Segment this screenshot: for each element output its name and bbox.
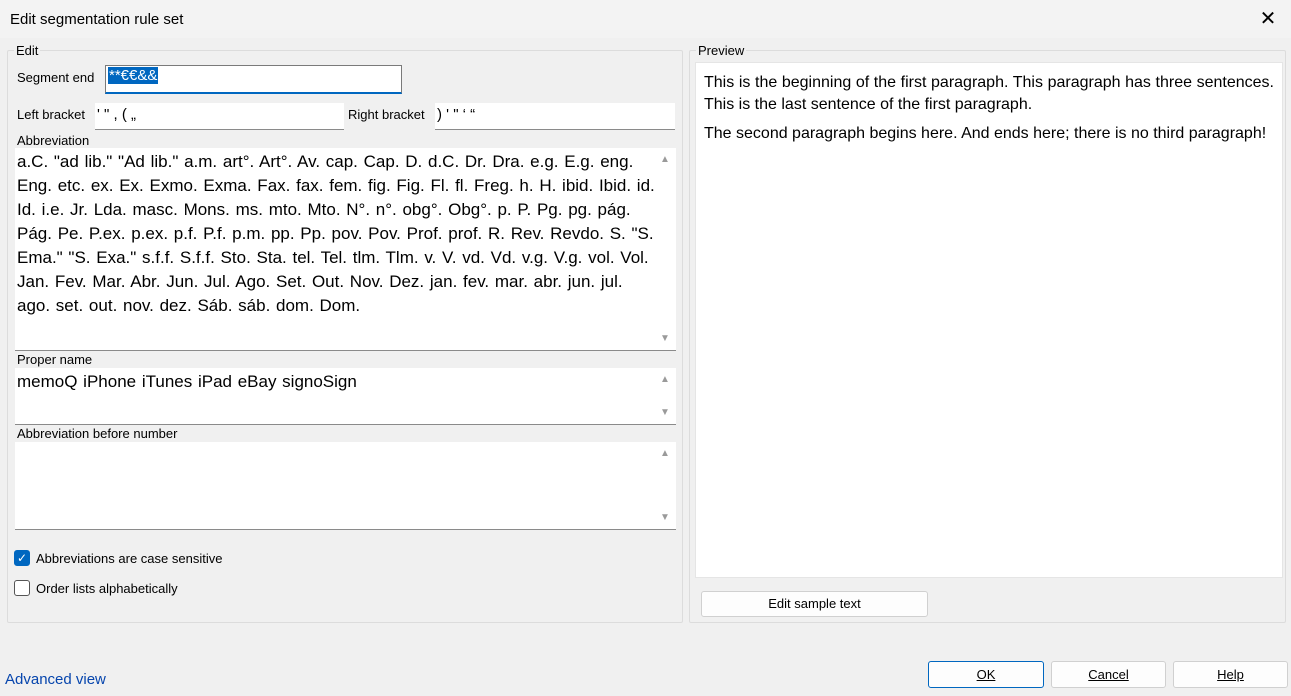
cancel-button[interactable]: Cancel (1051, 661, 1166, 688)
order-alpha-label[interactable]: Order lists alphabetically (36, 581, 178, 596)
scroll-down-icon[interactable]: ▼ (660, 512, 670, 523)
ok-label: OK (976, 667, 996, 682)
title-bar: Edit segmentation rule set ✕ (0, 0, 1291, 38)
scroll-up-icon[interactable]: ▲ (660, 448, 670, 459)
proper-name-label: Proper name (17, 352, 93, 367)
proper-name-textarea[interactable]: memoQ iPhone iTunes iPad eBay signoSign … (15, 368, 676, 425)
right-bracket-input[interactable]: ) ' " ‘ “ (435, 103, 675, 130)
abbreviation-label: Abbreviation (17, 133, 90, 148)
close-icon[interactable]: ✕ (1245, 0, 1291, 38)
preview-paragraph-2: The second paragraph begins here. And en… (704, 125, 1267, 142)
preview-paragraph-1: This is the beginning of the first parag… (704, 74, 1274, 113)
proper-name-text: memoQ iPhone iTunes iPad eBay signoSign (17, 372, 357, 391)
scroll-down-icon[interactable]: ▼ (660, 333, 670, 344)
preview-pane: This is the beginning of the first parag… (695, 62, 1283, 578)
scroll-up-icon[interactable]: ▲ (660, 374, 670, 385)
scroll-up-icon[interactable]: ▲ (660, 154, 670, 165)
abbr-before-number-label: Abbreviation before number (17, 426, 178, 441)
help-button[interactable]: Help (1173, 661, 1288, 688)
checkmark-icon: ✓ (16, 551, 28, 565)
edit-sample-text-button[interactable]: Edit sample text (701, 591, 928, 617)
help-label: Help (1217, 667, 1244, 682)
abbr-before-number-scrollbar[interactable]: ▲ ▼ (656, 442, 676, 529)
segment-end-label: Segment end (17, 70, 95, 85)
cancel-label: Cancel (1088, 667, 1129, 682)
abbreviation-scrollbar[interactable]: ▲ ▼ (656, 148, 676, 350)
case-sensitive-checkbox[interactable]: ✓ (14, 550, 30, 566)
abbr-before-number-textarea[interactable]: ▲ ▼ (15, 442, 676, 530)
segment-end-input[interactable]: **€€&& (105, 65, 402, 94)
case-sensitive-label[interactable]: Abbreviations are case sensitive (36, 551, 222, 566)
order-alpha-checkbox[interactable] (14, 580, 30, 596)
abbreviation-textarea[interactable]: a.C. "ad lib." "Ad lib." a.m. art°. Art°… (15, 148, 676, 351)
left-bracket-label: Left bracket (17, 107, 85, 122)
proper-name-scrollbar[interactable]: ▲ ▼ (656, 368, 676, 424)
segment-end-value: **€€&& (108, 67, 159, 84)
abbreviation-text: a.C. "ad lib." "Ad lib." a.m. art°. Art°… (17, 152, 655, 315)
advanced-view-link[interactable]: Advanced view (5, 671, 106, 688)
left-bracket-input[interactable]: ' " , ( „ (95, 103, 344, 130)
right-bracket-label: Right bracket (348, 107, 425, 122)
edit-sample-text-label: Edit sample text (768, 596, 861, 611)
ok-button[interactable]: OK (928, 661, 1044, 688)
scroll-down-icon[interactable]: ▼ (660, 407, 670, 418)
edit-group-label: Edit (14, 43, 41, 58)
preview-group-label: Preview (696, 43, 747, 58)
window-title: Edit segmentation rule set (10, 11, 184, 28)
